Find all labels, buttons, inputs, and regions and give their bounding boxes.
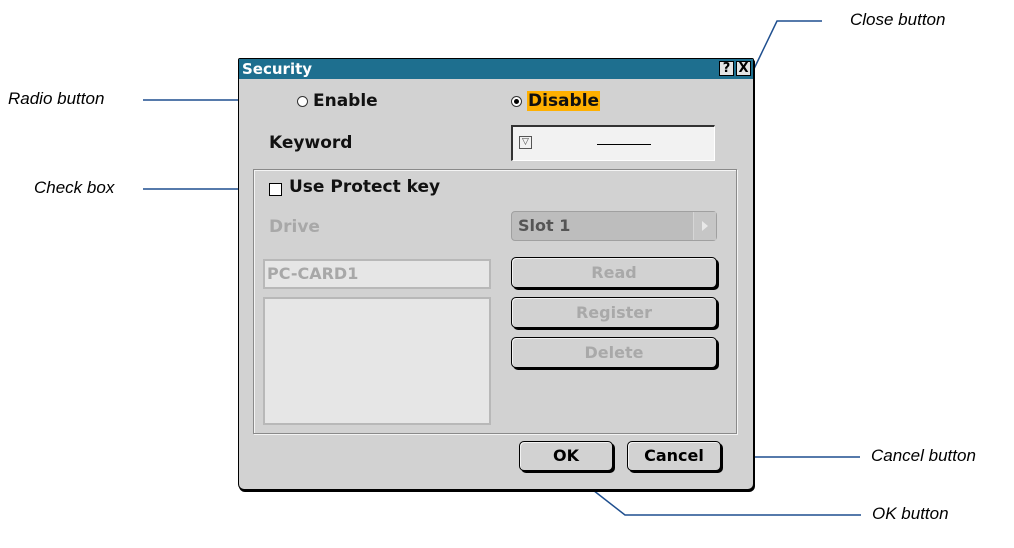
cancel-button-annotation: Cancel button [871,446,976,465]
slot-arrow-icon[interactable] [693,212,716,240]
radio-disable-label: Disable [527,91,601,111]
ok-label: OK [553,446,579,465]
radio-button-annotation: Radio button [8,89,105,108]
ok-button-annotation: OK button [872,504,949,523]
close-callout-line [751,20,822,74]
read-label: Read [591,263,637,282]
read-button[interactable]: Read [511,257,717,288]
delete-label: Delete [584,343,644,362]
key-list-box[interactable] [263,297,491,425]
dialog-title: Security [242,60,313,78]
radio-disable[interactable]: Disable [511,91,601,111]
keyword-field[interactable]: ▽ [511,125,715,161]
help-button[interactable]: ? [719,61,734,76]
drive-label: Drive [269,217,320,237]
register-label: Register [575,303,653,322]
radio-enable-dot[interactable] [297,95,308,107]
check-box-annotation: Check box [34,178,115,197]
security-dialog: Security ? X Enable Disable Keyword ▽ Us… [238,58,754,490]
keyword-value [597,144,651,145]
card-name-value: PC-CARD1 [267,264,359,283]
help-icon: ? [722,61,731,76]
use-protect-key-label: Use Protect key [289,177,441,197]
radio-enable[interactable]: Enable [297,91,378,111]
cancel-label: Cancel [644,446,704,465]
close-button[interactable]: X [736,61,751,76]
close-button-annotation: Close button [850,10,946,29]
keyword-label: Keyword [269,133,353,153]
radio-disable-dot[interactable] [511,95,522,107]
card-name-field[interactable]: PC-CARD1 [263,259,491,289]
ok-button[interactable]: OK [519,441,613,471]
close-icon: X [738,61,749,76]
slot-value: Slot 1 [518,216,571,235]
register-button[interactable]: Register [511,297,717,328]
dropdown-icon[interactable]: ▽ [519,136,532,149]
dialog-titlebar: Security ? X [239,59,753,79]
slot-select[interactable]: Slot 1 [511,211,717,241]
use-protect-key-checkbox[interactable] [269,183,282,196]
radio-enable-label: Enable [313,91,378,111]
delete-button[interactable]: Delete [511,337,717,368]
cancel-button[interactable]: Cancel [627,441,721,471]
